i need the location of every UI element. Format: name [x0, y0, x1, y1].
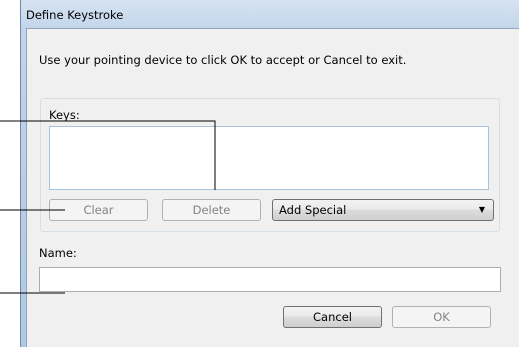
callout-line-delete	[0, 120, 216, 190]
callout-lines	[0, 120, 216, 294]
